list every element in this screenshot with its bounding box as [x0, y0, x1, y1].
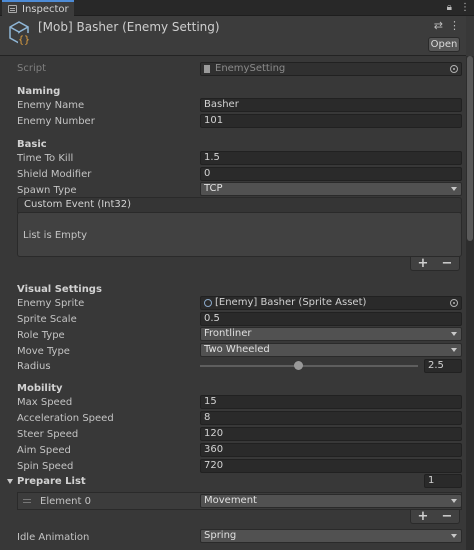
- script-label: Script: [17, 63, 47, 74]
- custom-event-list-body: List is Empty: [17, 212, 462, 257]
- section-naming: Naming: [17, 86, 61, 97]
- object-title: [Mob] Basher (Enemy Setting): [38, 20, 220, 34]
- role-type-value: Frontliner: [204, 328, 252, 339]
- element-0-value: Movement: [204, 495, 257, 506]
- foldout-arrow-icon: [7, 478, 13, 484]
- chevron-down-icon: [451, 534, 457, 538]
- spin-speed-field[interactable]: 720: [200, 459, 462, 473]
- open-button[interactable]: Open: [428, 37, 460, 52]
- script-file-icon: [204, 65, 210, 73]
- element-label: Element 0: [40, 496, 91, 507]
- steer-speed-field[interactable]: 120: [200, 427, 462, 441]
- add-element-button[interactable]: +: [418, 509, 429, 524]
- move-type-dropdown[interactable]: Two Wheeled: [200, 343, 462, 357]
- idle-animation-dropdown[interactable]: Spring: [200, 529, 462, 543]
- acceleration-speed-label: Acceleration Speed: [17, 413, 114, 424]
- enemy-sprite-value: [Enemy] Basher (Sprite Asset): [215, 297, 367, 308]
- sprite-scale-label: Sprite Scale: [17, 314, 77, 325]
- prepare-list-size-field[interactable]: 1: [424, 474, 462, 488]
- section-basic: Basic: [17, 139, 47, 150]
- tab-inspector[interactable]: Inspector: [2, 0, 74, 16]
- chevron-down-icon: [451, 332, 457, 336]
- tab-inspector-label: Inspector: [22, 3, 69, 15]
- svg-text:{}: {}: [18, 35, 30, 46]
- sprite-scale-field[interactable]: 0.5: [200, 312, 462, 326]
- max-speed-field[interactable]: 15: [200, 395, 462, 409]
- radius-slider-handle[interactable]: [293, 361, 303, 370]
- chevron-down-icon: [451, 187, 457, 191]
- list-empty-text: List is Empty: [23, 230, 88, 241]
- scrollbar-thumb[interactable]: [467, 56, 473, 241]
- lock-icon[interactable]: 🔒︎: [447, 2, 452, 13]
- time-to-kill-field[interactable]: 1.5: [200, 151, 462, 165]
- radius-field[interactable]: 2.5: [424, 359, 462, 373]
- max-speed-label: Max Speed: [17, 397, 73, 408]
- spawn-type-dropdown[interactable]: TCP: [200, 182, 462, 196]
- object-picker-icon[interactable]: [450, 299, 458, 307]
- context-menu-icon[interactable]: ⋮: [449, 19, 460, 32]
- inspector-icon: [8, 5, 17, 13]
- enemy-number-label: Enemy Number: [17, 116, 95, 127]
- preset-icon[interactable]: ⇄: [434, 19, 443, 32]
- spawn-type-label: Spawn Type: [17, 185, 77, 196]
- shield-modifier-field[interactable]: 0: [200, 167, 462, 181]
- custom-event-list-controls: + −: [410, 256, 460, 271]
- spawn-type-value: TCP: [204, 183, 223, 194]
- prepare-list-foldout[interactable]: Prepare List: [7, 476, 86, 487]
- custom-event-list-header[interactable]: Custom Event (Int32): [17, 197, 462, 213]
- remove-element-button[interactable]: −: [442, 509, 453, 524]
- inspector-header: {} [Mob] Basher (Enemy Setting) ⇄ ⋮ Open: [0, 16, 466, 56]
- move-type-value: Two Wheeled: [204, 344, 270, 355]
- role-type-label: Role Type: [17, 330, 65, 341]
- vertical-scrollbar[interactable]: [466, 56, 474, 550]
- scriptable-object-icon: {}: [9, 21, 30, 46]
- aim-speed-field[interactable]: 360: [200, 443, 462, 457]
- radius-label: Radius: [17, 361, 51, 372]
- role-type-dropdown[interactable]: Frontliner: [200, 327, 462, 341]
- script-field: EnemySetting: [200, 62, 462, 76]
- remove-element-button[interactable]: −: [442, 256, 453, 271]
- radius-slider[interactable]: [200, 361, 418, 370]
- enemy-name-field[interactable]: Basher: [200, 98, 462, 112]
- section-visual-settings: Visual Settings: [17, 284, 102, 295]
- object-picker-icon: [450, 65, 458, 73]
- steer-speed-label: Steer Speed: [17, 429, 79, 440]
- idle-animation-label: Idle Animation: [17, 532, 90, 543]
- section-mobility: Mobility: [17, 383, 63, 394]
- time-to-kill-label: Time To Kill: [17, 153, 74, 164]
- element-0-dropdown[interactable]: Movement: [200, 494, 462, 508]
- move-type-label: Move Type: [17, 346, 70, 357]
- enemy-sprite-field[interactable]: [Enemy] Basher (Sprite Asset): [200, 296, 462, 310]
- enemy-number-field[interactable]: 101: [200, 114, 462, 128]
- chevron-down-icon: [451, 348, 457, 352]
- prepare-list-controls: + −: [410, 509, 460, 524]
- tab-bar: Inspector 🔒︎ ⋮: [0, 0, 474, 16]
- drag-handle-icon[interactable]: [23, 499, 31, 500]
- prepare-list-title: Prepare List: [17, 476, 86, 487]
- add-element-button[interactable]: +: [418, 256, 429, 271]
- idle-animation-value: Spring: [204, 530, 237, 541]
- aim-speed-label: Aim Speed: [17, 445, 71, 456]
- spin-speed-label: Spin Speed: [17, 461, 74, 472]
- enemy-sprite-label: Enemy Sprite: [17, 298, 85, 309]
- script-field-value: EnemySetting: [215, 63, 286, 74]
- chevron-down-icon: [451, 499, 457, 503]
- acceleration-speed-field[interactable]: 8: [200, 411, 462, 425]
- shield-modifier-label: Shield Modifier: [17, 169, 92, 180]
- enemy-name-label: Enemy Name: [17, 100, 85, 111]
- more-options-icon[interactable]: ⋮: [460, 2, 470, 13]
- sprite-asset-icon: [204, 299, 212, 307]
